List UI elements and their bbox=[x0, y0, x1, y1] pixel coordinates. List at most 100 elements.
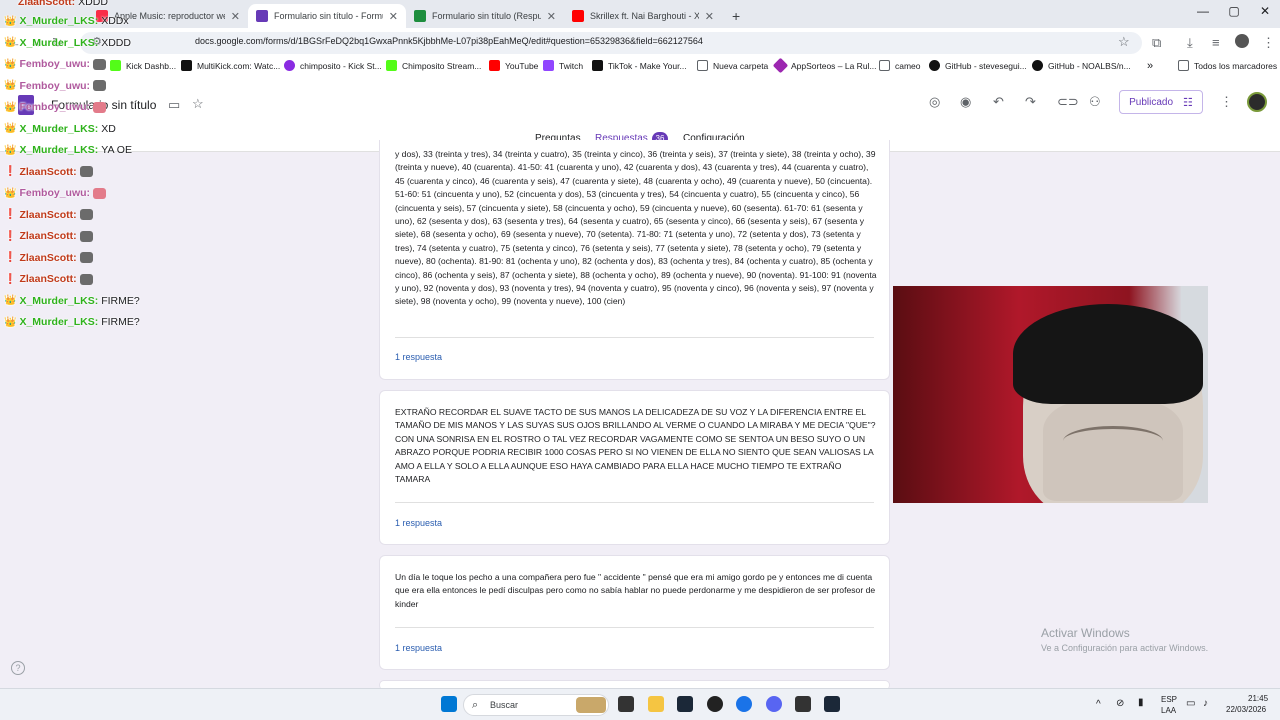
tab-forms-edit[interactable]: Formulario sin título - Formula ✕ bbox=[248, 4, 406, 28]
chat-username: ZlaanScott: bbox=[19, 208, 77, 221]
account-avatar[interactable] bbox=[1247, 92, 1267, 112]
menu-icon[interactable]: ⋮ bbox=[1262, 35, 1275, 51]
chat-username: X_Murder_LKS: bbox=[19, 144, 99, 156]
bookmark-label: Nueva carpeta bbox=[713, 60, 769, 71]
chat-username: ZlaanScott: bbox=[19, 251, 77, 264]
task-view-icon[interactable] bbox=[618, 696, 634, 712]
more-options-icon[interactable]: ⋮ bbox=[1220, 94, 1233, 110]
taskbar-search[interactable]: ⌕ Buscar bbox=[463, 694, 609, 716]
bookmark-item[interactable]: GitHub - NOALBS/n... bbox=[1032, 60, 1131, 71]
chat-message: 👑 Femboy_uwu: bbox=[4, 187, 107, 199]
tray-chevron-icon[interactable]: ^ bbox=[1096, 699, 1101, 710]
app-icon[interactable] bbox=[795, 696, 811, 712]
chat-text: FIRME? bbox=[101, 294, 140, 307]
webcam-person-eyes bbox=[1063, 426, 1163, 456]
bookmark-label: Kick Dashb... bbox=[126, 60, 177, 71]
close-tab-icon[interactable]: ✕ bbox=[231, 10, 240, 23]
palette-icon[interactable]: ◎ bbox=[929, 94, 940, 110]
volume-icon[interactable]: ♪ bbox=[1203, 698, 1208, 709]
undo-icon[interactable]: ↶ bbox=[993, 94, 1004, 110]
clock-time[interactable]: 21:45 bbox=[1248, 694, 1268, 703]
chat-username: X_Murder_LKS: bbox=[19, 36, 99, 49]
display-icon[interactable]: ▭ bbox=[1186, 698, 1195, 709]
redo-icon[interactable]: ↷ bbox=[1025, 94, 1036, 110]
crown-badge-icon: 👑 bbox=[4, 123, 17, 134]
steam-icon[interactable] bbox=[824, 696, 840, 712]
github-icon bbox=[929, 60, 940, 71]
crown-badge-icon: 👑 bbox=[4, 316, 17, 328]
extensions-icon[interactable]: ⧉ bbox=[1152, 35, 1161, 51]
media-control-icon[interactable]: ≡ bbox=[1212, 35, 1220, 50]
kick-icon bbox=[110, 60, 121, 71]
chat-message: ZlaanScott: XDDD bbox=[18, 0, 108, 8]
close-tab-icon[interactable]: ✕ bbox=[547, 10, 556, 23]
maximize-button[interactable]: ▢ bbox=[1219, 4, 1249, 18]
bookmark-folder[interactable]: cameo bbox=[879, 60, 921, 71]
close-tab-icon[interactable]: ✕ bbox=[389, 10, 398, 23]
card-divider bbox=[395, 627, 874, 628]
bookmark-label: MultiKick.com: Watc... bbox=[197, 60, 281, 71]
url-text[interactable]: docs.google.com/forms/d/1BGSrFeDQ2bq1Gwx… bbox=[195, 36, 703, 46]
address-bar: ← → ↻ ⚙ docs.google.com/forms/d/1BGSrFeD… bbox=[0, 28, 1280, 58]
discord-icon[interactable] bbox=[766, 696, 782, 712]
preview-eye-icon[interactable]: ◉ bbox=[960, 94, 971, 110]
help-icon[interactable]: ? bbox=[11, 661, 25, 675]
bookmark-folder[interactable]: Nueva carpeta bbox=[697, 60, 768, 71]
obs-icon[interactable] bbox=[707, 696, 723, 712]
alert-badge-icon: ❗ bbox=[4, 230, 17, 242]
file-explorer-icon[interactable] bbox=[648, 696, 664, 712]
download-icon[interactable]: ⤓ bbox=[1187, 35, 1193, 51]
tab-forms-responses[interactable]: Formulario sin título (Respuestas ✕ bbox=[406, 4, 564, 28]
folder-icon bbox=[697, 60, 708, 71]
omnibox[interactable]: ⚙ docs.google.com/forms/d/1BGSrFeDQ2bq1G… bbox=[80, 32, 1142, 54]
close-window-button[interactable]: ✕ bbox=[1250, 4, 1280, 18]
crown-badge-icon: 👑 bbox=[4, 37, 17, 48]
chat-message: ❗ ZlaanScott: bbox=[4, 273, 93, 285]
chat-text: FIRME? bbox=[101, 316, 140, 328]
bookmark-item[interactable]: MultiKick.com: Watc... bbox=[181, 60, 280, 71]
publish-button[interactable]: Publicado ☷ bbox=[1119, 90, 1203, 114]
add-collaborator-icon[interactable]: ⚇ bbox=[1089, 94, 1101, 110]
star-icon[interactable]: ☆ bbox=[192, 96, 204, 112]
activate-windows-title: Activar Windows bbox=[1041, 626, 1130, 640]
language-indicator[interactable]: ESP bbox=[1161, 695, 1177, 704]
all-bookmarks-folder[interactable]: Todos los marcadores bbox=[1178, 60, 1277, 71]
browser-tab-strip: Apple Music: reproductor web ✕ Formulari… bbox=[0, 0, 1280, 28]
bookmark-item[interactable]: chimposito - Kick St... bbox=[284, 60, 382, 71]
profile-avatar[interactable] bbox=[1235, 34, 1249, 48]
tray-app-icon[interactable]: ▮ bbox=[1138, 697, 1144, 708]
minimize-button[interactable]: — bbox=[1188, 4, 1218, 18]
language-indicator-sub[interactable]: LAA bbox=[1161, 706, 1176, 715]
tab-youtube-skrillex[interactable]: Skrillex ft. Nai Barghouti - XEN ✕ bbox=[564, 4, 722, 28]
cat-emote-icon bbox=[79, 166, 93, 177]
chrome-icon[interactable] bbox=[736, 696, 752, 712]
bookmark-item[interactable]: GitHub - stevesegui... bbox=[929, 60, 1027, 71]
windows-start-icon[interactable] bbox=[441, 696, 457, 712]
clock-date[interactable]: 22/03/2026 bbox=[1226, 705, 1266, 714]
more-bookmarks-button[interactable]: » bbox=[1147, 60, 1153, 72]
chat-text: YA OE bbox=[101, 144, 132, 156]
bookmark-item[interactable]: Kick Dashb... bbox=[110, 60, 176, 71]
bookmark-item[interactable]: AppSorteos – La Rul... bbox=[772, 57, 877, 74]
network-icon[interactable]: ⊘ bbox=[1116, 698, 1124, 709]
tune-icon: ☷ bbox=[1183, 96, 1193, 109]
chat-username: ZlaanScott: bbox=[19, 165, 77, 178]
link-icon[interactable]: ⊂⊃ bbox=[1057, 94, 1079, 110]
search-icon: ⌕ bbox=[472, 699, 479, 711]
kick-icon bbox=[386, 60, 397, 71]
folder-icon[interactable]: ▭ bbox=[168, 97, 180, 113]
chat-message: 👑 X_Murder_LKS: XDDD bbox=[4, 37, 131, 49]
bookmark-star-icon[interactable]: ☆ bbox=[1118, 34, 1130, 50]
cat-emote-icon bbox=[79, 230, 93, 242]
chat-username: ZlaanScott: bbox=[19, 230, 77, 242]
google-forms-icon bbox=[256, 10, 268, 22]
bookmark-label: AppSorteos – La Rul... bbox=[791, 60, 877, 71]
bookmark-item[interactable]: Chimposito Stream... bbox=[386, 60, 481, 71]
bookmark-item[interactable]: TikTok - Make Your... bbox=[592, 60, 687, 71]
bookmark-item[interactable]: Twitch bbox=[543, 60, 583, 71]
close-tab-icon[interactable]: ✕ bbox=[705, 10, 714, 23]
crown-badge-icon: 👑 bbox=[4, 80, 17, 91]
bookmark-item[interactable]: YouTube bbox=[489, 60, 538, 71]
steam-icon[interactable] bbox=[677, 696, 693, 712]
new-tab-button[interactable]: + bbox=[724, 4, 742, 28]
